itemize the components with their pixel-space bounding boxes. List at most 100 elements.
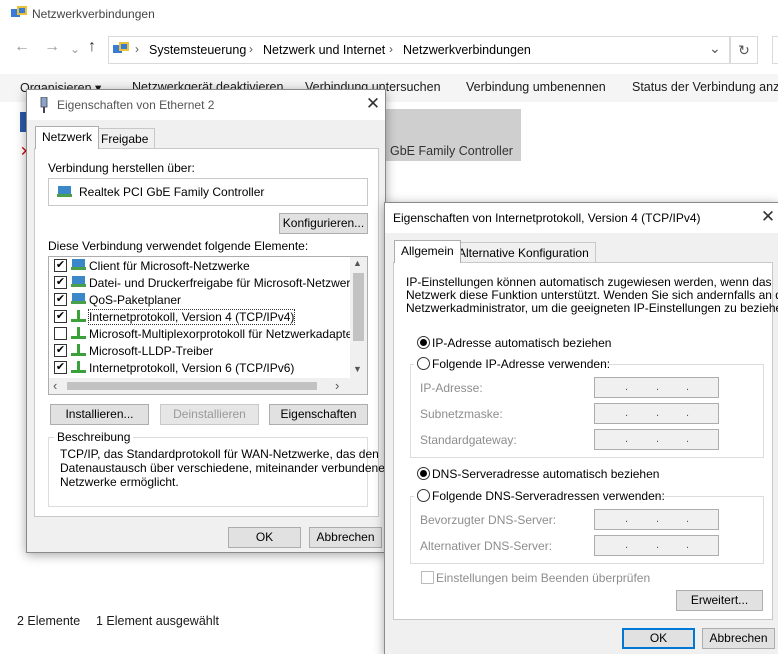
ip-dot: .	[625, 433, 629, 445]
validate-checkbox	[421, 571, 434, 584]
dialog-titlebar[interactable]: Eigenschaften von Internetprotokoll, Ver…	[385, 203, 778, 233]
ip-manual-radio[interactable]	[417, 357, 430, 370]
breadcrumb-network-internet[interactable]: Netzwerk und Internet	[263, 43, 385, 57]
item-checkbox[interactable]: ✔	[54, 361, 67, 374]
tab-sharing[interactable]: Freigabe	[94, 128, 156, 149]
list-item[interactable]: ✔ Microsoft-LLDP-Treiber	[49, 342, 347, 359]
ok-button[interactable]: OK	[228, 527, 301, 548]
address-bar[interactable]: › Systemsteuerung › Netzwerk und Interne…	[108, 36, 730, 64]
tab-general[interactable]: Allgemein	[394, 240, 461, 263]
dns-preferred-label: Bevorzugter DNS-Server:	[420, 513, 557, 527]
dns-alternate-field: ...	[594, 535, 719, 556]
item-label: Datei- und Druckerfreigabe für Microsoft…	[89, 276, 364, 290]
rename-connection-button[interactable]: Verbindung umbenennen	[466, 80, 606, 94]
validate-label: Einstellungen beim Beenden überprüfen	[436, 571, 651, 585]
list-item[interactable]: Microsoft-Multiplexorprotokoll für Netzw…	[49, 325, 356, 342]
selected-adapter-tile[interactable]: GbE Family Controller	[386, 109, 521, 161]
adapter-properties-icon	[40, 97, 48, 113]
dns-auto-label[interactable]: DNS-Serveradresse automatisch beziehen	[432, 467, 659, 481]
ip-dot: .	[625, 407, 629, 419]
control-panel-icon	[113, 42, 129, 53]
dialog-title: Eigenschaften von Internetprotokoll, Ver…	[393, 211, 701, 225]
ipv4-properties-dialog: Eigenschaften von Internetprotokoll, Ver…	[384, 202, 778, 654]
dns-manual-label[interactable]: Folgende DNS-Serveradressen verwenden:	[432, 489, 665, 503]
dns-manual-radio[interactable]	[417, 489, 430, 502]
configure-button[interactable]: Konfigurieren...	[279, 213, 368, 234]
item-checkbox[interactable]: ✔	[54, 310, 67, 323]
item-checkbox[interactable]: ✔	[54, 276, 67, 289]
up-arrow-icon[interactable]: ↑	[88, 38, 96, 56]
list-item[interactable]: ✔ QoS-Paketplaner	[49, 291, 347, 308]
dialog-titlebar[interactable]: Eigenschaften von Ethernet 2 ✕	[27, 90, 385, 120]
breadcrumb-network-connections[interactable]: Netzwerkverbindungen	[403, 43, 531, 57]
list-item[interactable]: ✔ Client für Microsoft-Netzwerke	[49, 257, 347, 274]
install-button[interactable]: Installieren...	[50, 404, 149, 425]
ip-dot: .	[625, 513, 629, 525]
list-item-selected[interactable]: ✔ Internetprotokoll, Version 4 (TCP/IPv4…	[49, 308, 347, 325]
address-dropdown-chevron-icon[interactable]: ⌄	[709, 40, 721, 57]
description-line: TCP/IP, das Standardprotokoll für WAN-Ne…	[60, 447, 379, 461]
item-checkbox[interactable]: ✔	[54, 344, 67, 357]
manual-ip-legend: Folgende IP-Adresse verwenden:	[414, 356, 610, 372]
subnet-field: ...	[594, 403, 719, 424]
scroll-thumb[interactable]	[353, 273, 364, 341]
vertical-scrollbar[interactable]: ▲ ▼	[350, 257, 367, 378]
ip-dot: .	[656, 433, 660, 445]
items-label: Diese Verbindung verwendet folgende Elem…	[48, 239, 309, 253]
recent-locations-chevron-icon[interactable]: ⌄	[70, 42, 80, 56]
scroll-left-icon[interactable]: ‹	[53, 378, 57, 393]
list-item[interactable]: ✔ Internetprotokoll, Version 6 (TCP/IPv6…	[49, 359, 347, 376]
connection-status-button[interactable]: Status der Verbindung anzeigen	[632, 80, 778, 94]
ip-address-label: IP-Adresse:	[420, 381, 483, 395]
protocol-icon	[71, 361, 86, 373]
window-title: Netzwerkverbindungen	[32, 7, 155, 21]
adapter-name: Realtek PCI GbE Family Controller	[79, 185, 265, 199]
network-connections-icon	[11, 6, 27, 17]
item-checkbox[interactable]	[54, 327, 67, 340]
ok-button[interactable]: OK	[622, 628, 695, 649]
close-icon[interactable]: ✕	[759, 207, 777, 227]
horizontal-scrollbar[interactable]: ‹ ›	[49, 378, 367, 394]
scroll-right-icon[interactable]: ›	[335, 378, 339, 393]
dns-auto-radio[interactable]	[417, 467, 430, 480]
adapter-tile-label: GbE Family Controller	[390, 144, 513, 158]
item-checkbox[interactable]: ✔	[54, 293, 67, 306]
cancel-button[interactable]: Abbrechen	[702, 628, 775, 649]
forward-arrow-icon[interactable]: →	[44, 38, 60, 56]
close-icon[interactable]: ✕	[364, 94, 382, 114]
cancel-button[interactable]: Abbrechen	[309, 527, 382, 548]
tab-alternate-config[interactable]: Alternative Konfiguration	[451, 242, 596, 263]
h-scroll-thumb[interactable]	[67, 382, 317, 390]
scroll-down-icon[interactable]: ▼	[353, 364, 362, 374]
ip-dot: .	[686, 381, 690, 393]
ethernet-properties-dialog: Eigenschaften von Ethernet 2 ✕ Netzwerk …	[26, 89, 386, 553]
breadcrumb-control-panel[interactable]: Systemsteuerung	[149, 43, 246, 57]
description-line: Datenaustausch über verschiedene, mitein…	[60, 461, 385, 475]
gateway-field: ...	[594, 429, 719, 450]
client-icon	[71, 259, 86, 270]
back-arrow-icon[interactable]: ←	[14, 38, 30, 56]
tab-network[interactable]: Netzwerk	[35, 126, 100, 149]
intro-line: Netzwerk diese Funktion unterstützt. Wen…	[406, 288, 778, 302]
item-count: 2 Elemente	[17, 614, 81, 628]
refresh-icon[interactable]: ↻	[730, 36, 758, 64]
item-checkbox[interactable]: ✔	[54, 259, 67, 272]
ip-auto-radio[interactable]	[417, 336, 430, 349]
subnet-label: Subnetzmaske:	[420, 407, 503, 421]
radio-dot	[420, 470, 427, 477]
properties-button[interactable]: Eigenschaften	[269, 404, 368, 425]
uninstall-button: Deinstallieren	[160, 404, 259, 425]
list-item[interactable]: ✔ Datei- und Druckerfreigabe für Microso…	[49, 274, 363, 291]
scroll-up-icon[interactable]: ▲	[353, 258, 362, 268]
gateway-label: Standardgateway:	[420, 433, 517, 447]
ip-manual-label[interactable]: Folgende IP-Adresse verwenden:	[432, 357, 610, 371]
ip-dot: .	[686, 513, 690, 525]
item-label: QoS-Paketplaner	[89, 293, 182, 307]
advanced-button[interactable]: Erweitert...	[676, 590, 763, 611]
ip-auto-label[interactable]: IP-Adresse automatisch beziehen	[432, 336, 611, 350]
manual-dns-legend: Folgende DNS-Serveradressen verwenden:	[414, 488, 665, 504]
connect-via-label: Verbindung herstellen über:	[48, 161, 195, 175]
search-box[interactable]	[772, 36, 778, 64]
components-list: ✔ Client für Microsoft-Netzwerke ✔ Datei…	[48, 256, 368, 395]
ip-dot: .	[656, 539, 660, 551]
